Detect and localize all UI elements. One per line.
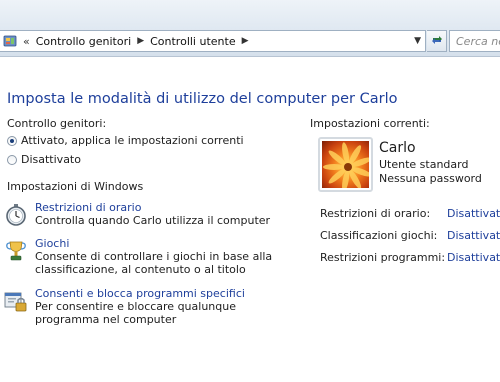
user-name: Carlo [379,140,416,156]
page-title: Imposta le modalità di utilizzo del comp… [7,91,398,107]
crumb-separator-icon[interactable]: ▶ [137,36,144,46]
setting-value-games[interactable]: Disattivato [447,229,500,242]
games-link[interactable]: Giochi [35,237,69,250]
setting-value-time[interactable]: Disattivato [447,207,500,220]
refresh-icon [430,32,444,51]
crumb-controlli-utente[interactable]: Controlli utente [150,35,235,48]
chevron-down-icon[interactable]: ▼ [414,36,421,46]
overflow-chevron-icon[interactable]: « [23,35,30,48]
address-bar-region: « Controllo genitori ▶ Controlli utente … [0,0,500,57]
radio-button[interactable] [7,154,17,165]
windows-settings-label: Impostazioni di Windows [7,180,144,193]
setting-label-games: Classificazioni giochi: [320,229,438,242]
control-panel-icon [3,34,17,48]
time-limits-link[interactable]: Restrizioni di orario [35,201,141,214]
avatar [318,137,373,192]
radio-disabled-label: Disattivato [21,153,81,166]
setting-label-programs: Restrizioni programmi: [320,251,446,264]
flower-avatar-image [322,141,369,188]
refresh-button[interactable] [427,30,447,52]
stopwatch-icon [4,203,28,227]
programs-link[interactable]: Consenti e blocca programmi specifici [35,287,245,300]
current-settings-label: Impostazioni correnti: [310,117,430,130]
program-lock-icon [4,289,28,313]
setting-value-programs[interactable]: Disattivato [447,251,500,264]
radio-enabled[interactable]: Attivato, applica le impostazioni corren… [7,134,244,147]
parental-control-label: Controllo genitori: [7,117,107,130]
radio-disabled[interactable]: Disattivato [7,153,81,166]
time-limits-description: Controlla quando Carlo utilizza il compu… [35,214,271,227]
radio-button-selected[interactable] [7,135,17,146]
search-input[interactable]: Cerca nel [449,30,500,52]
setting-label-time: Restrizioni di orario: [320,207,431,220]
games-description: Consente di controllare i giochi in base… [35,250,273,276]
account-type: Utente standard [379,158,469,171]
radio-enabled-label: Attivato, applica le impostazioni corren… [21,134,244,147]
programs-description: Per consentire e bloccare qualunque prog… [35,300,236,326]
crumb-controllo-genitori[interactable]: Controllo genitori [36,35,131,48]
crumb-separator-icon[interactable]: ▶ [242,36,249,46]
address-field[interactable]: « Controllo genitori ▶ Controlli utente … [0,30,426,52]
trophy-icon [4,239,28,263]
password-status: Nessuna password [379,172,482,185]
